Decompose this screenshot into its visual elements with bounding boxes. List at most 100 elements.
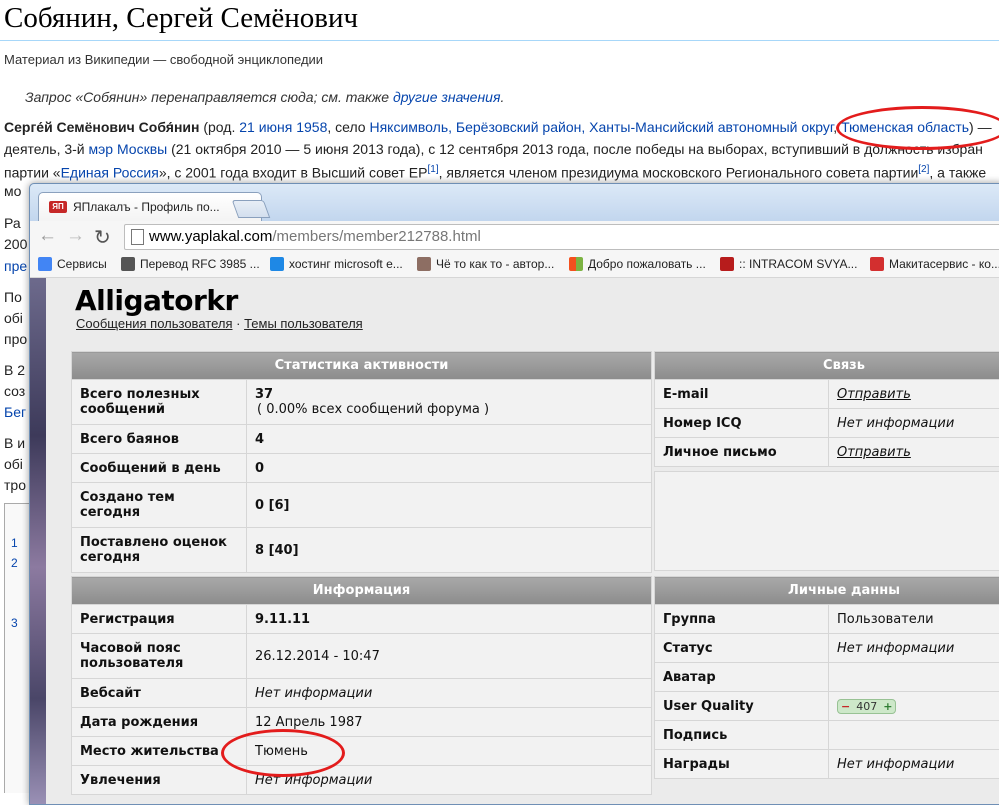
text-fragment: Бег: [4, 402, 26, 422]
reload-icon[interactable]: ↻: [94, 225, 111, 250]
contact-value: Отправить: [829, 380, 999, 409]
article-title: Собянин, Сергей Семёнович: [4, 2, 358, 35]
party-link[interactable]: Единая Россия: [61, 165, 159, 181]
bookmark-favicon-icon: [720, 257, 734, 271]
toc-number[interactable]: 2: [11, 556, 18, 570]
avatar-value: [829, 663, 999, 692]
bookmark-apps[interactable]: Сервисы: [38, 257, 107, 271]
bookmark-label: хостинг microsoft e...: [289, 257, 403, 271]
personal-value: Нет информации: [829, 750, 999, 779]
windows-logo-icon: [569, 257, 583, 271]
url-host: www.yaplakal.com: [149, 228, 272, 245]
stat-label: Всего полезных сообщений: [72, 380, 247, 425]
bookmark-intracom[interactable]: :: INTRACOM SVYA...: [720, 257, 857, 271]
user-quality-widget: −407 +: [837, 699, 896, 714]
url-text[interactable]: www.yaplakal.com/members/member212788.ht…: [149, 228, 481, 245]
mayor-link[interactable]: мэр Москвы: [89, 141, 168, 157]
personal-data-table: Личные данны ГруппаПользователи СтатусНе…: [654, 576, 999, 779]
person-name: Серге́й Семёнович Собя́нин: [4, 119, 199, 135]
stat-label: Создано тем сегодня: [72, 483, 247, 528]
birthplace-link[interactable]: Няксимволь, Берёзовский район, Ханты-Ман…: [369, 119, 833, 135]
article-line-3: партии «Единая Россия», с 2001 года вход…: [4, 160, 986, 183]
send-email-link[interactable]: Отправить: [837, 387, 911, 402]
user-topics-link[interactable]: Темы пользователя: [244, 316, 363, 331]
stat-value-percent: ( 0.00% всех сообщений форума ): [255, 402, 489, 417]
contact-label: Личное письмо: [655, 438, 829, 467]
reference-2[interactable]: [2]: [918, 164, 929, 175]
bookmark-label: Перевод RFC 3985 ...: [140, 257, 260, 271]
text-fragment: 200: [4, 234, 27, 254]
forward-arrow-icon[interactable]: →: [66, 225, 85, 247]
text-fragment: В и: [4, 433, 25, 453]
profile-username: Alligatorkr: [75, 284, 238, 317]
personal-value: −407 +: [829, 692, 999, 721]
text-fragment: обі: [4, 308, 23, 328]
stat-value: 0: [247, 454, 652, 483]
send-message-link[interactable]: Отправить: [837, 445, 911, 460]
quality-score: 407: [856, 700, 877, 713]
stat-label: Сообщений в день: [72, 454, 247, 483]
stat-label: Всего баянов: [72, 425, 247, 454]
stat-value-main: 37: [255, 387, 273, 402]
address-bar[interactable]: www.yaplakal.com/members/member212788.ht…: [124, 224, 999, 250]
status-value: Нет информации: [837, 641, 954, 656]
info-label: Увлечения: [72, 766, 247, 795]
info-label: Часовой пояс пользователя: [72, 634, 247, 679]
redirect-suffix: .: [500, 89, 504, 105]
bookmark-hosting[interactable]: хостинг microsoft e...: [270, 257, 403, 271]
ie-icon: [270, 257, 284, 271]
tab-profile[interactable]: ЯП ЯПлакалъ - Профиль по... ×: [38, 192, 262, 222]
bookmark-cheto[interactable]: Чё то как то - автор...: [417, 257, 554, 271]
title-divider: [0, 40, 999, 41]
toc-number[interactable]: 1: [11, 536, 18, 550]
browser-toolbar: ← → ↻ www.yaplakal.com/members/member212…: [30, 221, 999, 253]
page-icon: [131, 229, 144, 245]
yaplakal-favicon-icon: ЯП: [49, 201, 67, 213]
stat-value: 4: [247, 425, 652, 454]
stats-header: Статистика активности: [72, 352, 652, 380]
reference-1[interactable]: [1]: [428, 164, 439, 175]
birth-date-link[interactable]: 21 июня 1958: [239, 119, 327, 135]
other-meanings-link[interactable]: другие значения: [393, 89, 501, 105]
text-fragment: обі: [4, 454, 23, 474]
new-tab-button[interactable]: [232, 200, 271, 218]
bookmark-label: Сервисы: [57, 257, 107, 271]
text-fragment: В 2: [4, 360, 25, 380]
browser-window: ЯП ЯПлакалъ - Профиль по... × ← → ↻ www.…: [29, 183, 999, 805]
icq-value: Нет информации: [837, 416, 954, 431]
text: , является членом президиума московского…: [439, 165, 919, 181]
article-line-4: мо: [4, 181, 21, 201]
link-separator: ·: [233, 316, 245, 331]
article-line-2: деятель, 3-й мэр Москвы (21 октября 2010…: [4, 139, 983, 159]
info-label: Вебсайт: [72, 679, 247, 708]
text-fragment: тро: [4, 475, 26, 495]
info-value: 9.11.11: [247, 605, 652, 634]
contact-label: E-mail: [655, 380, 829, 409]
awards-value: Нет информации: [837, 757, 954, 772]
text: деятель, 3-й: [4, 141, 89, 157]
url-path: /members/member212788.html: [272, 228, 480, 245]
user-messages-link[interactable]: Сообщения пользователя: [76, 316, 233, 331]
text: (род.: [199, 119, 239, 135]
bookmarks-bar: Сервисы Перевод RFC 3985 ... хостинг mic…: [30, 252, 999, 278]
bookmark-label: Макитасервис - ко...: [889, 257, 999, 271]
tab-title: ЯПлакалъ - Профиль по...: [73, 200, 233, 214]
quality-minus-icon[interactable]: −: [841, 700, 850, 713]
info-value: Нет информации: [247, 679, 652, 708]
info-label: Регистрация: [72, 605, 247, 634]
quality-plus-icon[interactable]: +: [883, 700, 892, 713]
text-fragment: пре: [4, 256, 27, 276]
contact-value: Нет информации: [829, 409, 999, 438]
bookmark-rfc[interactable]: Перевод RFC 3985 ...: [121, 257, 260, 271]
toc-number[interactable]: 3: [11, 616, 18, 630]
bookmark-label: Чё то как то - автор...: [436, 257, 554, 271]
redirect-note: Запрос «Собянин» перенаправляется сюда; …: [25, 89, 504, 105]
text: , село: [327, 119, 369, 135]
bookmark-makita[interactable]: Макитасервис - ко...: [870, 257, 999, 271]
personal-label: User Quality: [655, 692, 829, 721]
profile-page: Alligatorkr Сообщения пользователя · Тем…: [30, 278, 999, 804]
bookmark-welcome[interactable]: Добро пожаловать ...: [569, 257, 706, 271]
personal-label: Аватар: [655, 663, 829, 692]
back-arrow-icon[interactable]: ←: [38, 225, 57, 247]
info-label: Дата рождения: [72, 708, 247, 737]
